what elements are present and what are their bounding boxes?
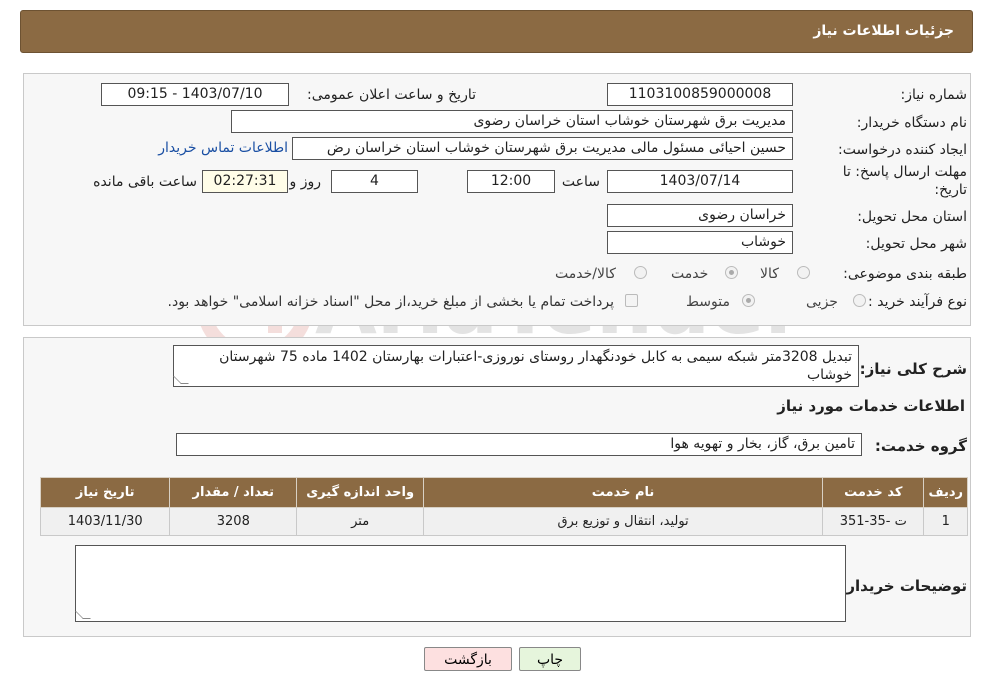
requester-field: حسین احیائی مسئول مالی مدیریت برق شهرستا… [292, 137, 793, 160]
process-option-minor: جزیی [806, 294, 838, 310]
page-header: جزئیات اطلاعات نیاز [20, 10, 973, 53]
need-number-field: 1103100859000008 [607, 83, 793, 106]
category-option-goods: کالا [760, 266, 779, 282]
back-button[interactable]: بازگشت [424, 647, 512, 671]
buyer-notes-textarea[interactable] [75, 545, 846, 622]
category-option-service: خدمت [671, 266, 709, 282]
category-radio-goods[interactable] [797, 266, 810, 279]
time-remaining-field: 02:27:31 [202, 170, 288, 193]
process-radio-medium[interactable] [742, 294, 755, 307]
column-header-service-name: نام خدمت [423, 477, 824, 508]
category-radio-service[interactable] [725, 266, 738, 279]
resize-grip-icon[interactable] [173, 376, 189, 384]
days-remaining-field: 4 [331, 170, 418, 193]
cell-service-name: تولید، انتقال و توزیع برق [423, 507, 824, 536]
cell-unit: متر [296, 507, 425, 536]
print-button[interactable]: چاپ [519, 647, 581, 671]
process-option-medium: متوسط [686, 294, 730, 310]
deadline-time-field: 12:00 [467, 170, 555, 193]
column-header-unit: واحد اندازه گیری [296, 477, 425, 508]
table-header-row: ردیف کد خدمت نام خدمت واحد اندازه گیری ت… [39, 477, 968, 508]
summary-label: شرح کلی نیاز: [859, 360, 967, 378]
days-label: روز و [289, 174, 322, 190]
time-remaining-label: ساعت باقی مانده [93, 174, 197, 190]
province-field: خراسان رضوی [607, 204, 793, 227]
city-label: شهر محل تحویل: [865, 236, 967, 252]
city-field: خوشاب [607, 231, 793, 254]
announce-date-label: تاریخ و ساعت اعلان عمومی: [307, 87, 476, 103]
summary-textarea[interactable]: تبدیل 3208متر شبکه سیمی به کابل خودنگهدا… [173, 345, 859, 387]
requester-label: ایجاد کننده درخواست: [838, 142, 967, 158]
page-title: جزئیات اطلاعات نیاز [813, 23, 954, 39]
treasury-payment-note: پرداخت تمام یا بخشی از مبلغ خرید،از محل … [167, 294, 614, 310]
need-number-label: شماره نیاز: [900, 87, 968, 103]
cell-service-code: ت -35-351 [822, 507, 925, 536]
column-header-quantity: تعداد / مقدار [169, 477, 298, 508]
treasury-payment-checkbox[interactable] [625, 294, 638, 307]
process-type-label: نوع فرآیند خرید : [868, 294, 967, 310]
services-table: ردیف کد خدمت نام خدمت واحد اندازه گیری ت… [39, 477, 968, 536]
deadline-label: مهلت ارسال پاسخ: تا [842, 164, 967, 180]
service-group-label: گروه خدمت: [874, 437, 967, 455]
service-group-field: تامین برق، گاز، بخار و تهویه هوا [176, 433, 862, 456]
process-radio-minor[interactable] [853, 294, 866, 307]
buyer-contact-link[interactable]: اطلاعات تماس خریدار [158, 140, 288, 156]
cell-need-date: 1403/11/30 [39, 507, 171, 536]
category-label: طبقه بندی موضوعی: [843, 266, 967, 282]
province-label: استان محل تحویل: [857, 209, 967, 225]
summary-text: تبدیل 3208متر شبکه سیمی به کابل خودنگهدا… [219, 349, 852, 383]
table-row: 1 ت -35-351 تولید، انتقال و توزیع برق مت… [39, 507, 968, 536]
resize-grip-icon[interactable] [75, 611, 91, 619]
deadline-label-date: تاریخ: [934, 182, 967, 198]
column-header-need-date: تاریخ نیاز [39, 477, 171, 508]
buyer-org-label: نام دستگاه خریدار: [856, 115, 967, 131]
announce-date-field: 1403/07/10 - 09:15 [101, 83, 289, 106]
deadline-date-field: 1403/07/14 [607, 170, 793, 193]
column-header-row-number: ردیف [923, 477, 968, 508]
cell-quantity: 3208 [169, 507, 298, 536]
column-header-service-code: کد خدمت [822, 477, 925, 508]
buyer-org-field: مدیریت برق شهرستان خوشاب استان خراسان رض… [231, 110, 793, 133]
deadline-time-label: ساعت [561, 174, 600, 190]
buyer-notes-label: توضیحات خریدار: [840, 577, 967, 595]
services-section-title: اطلاعات خدمات مورد نیاز [777, 397, 965, 415]
cell-row-number: 1 [923, 507, 968, 536]
category-option-goods-service: کالا/خدمت [555, 266, 616, 282]
category-radio-goods-service[interactable] [634, 266, 647, 279]
